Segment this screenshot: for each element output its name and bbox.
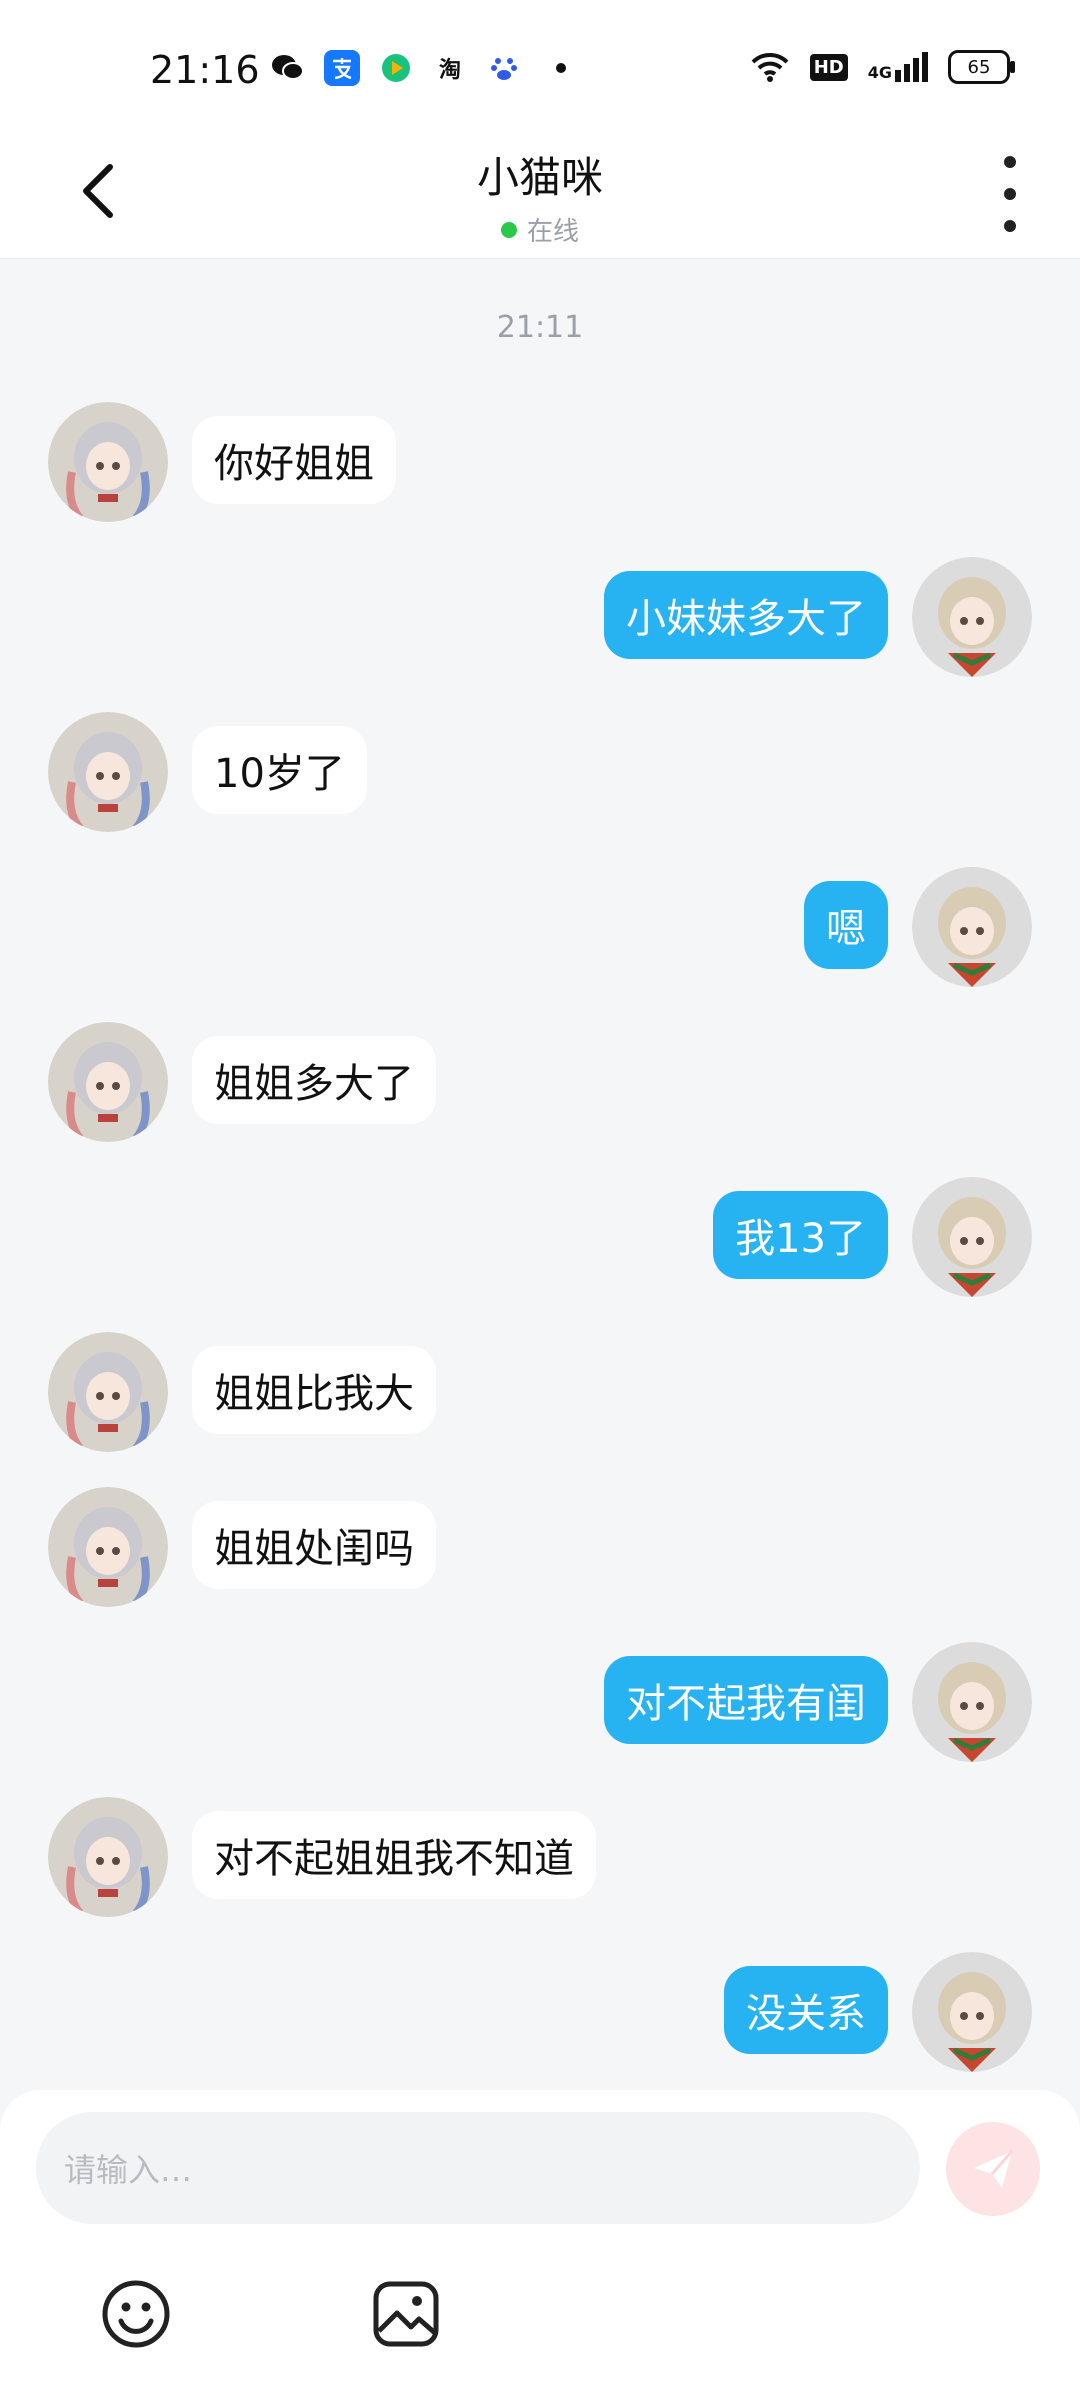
emoji-icon <box>102 2280 170 2348</box>
avatar-image <box>48 1797 168 1917</box>
online-status-text: 在线 <box>526 217 579 247</box>
message-bubble[interactable]: 你好姐姐 <box>192 416 396 504</box>
my-avatar[interactable] <box>912 867 1032 987</box>
message-bubble[interactable]: 没关系 <box>724 1966 888 2054</box>
status-time: 21:16 <box>150 48 260 92</box>
outgoing-message-row: 小妹妹多大了 <box>0 557 1080 681</box>
message-bubble[interactable]: 小妹妹多大了 <box>604 571 888 659</box>
outgoing-message-row: 对不起我有闺 <box>0 1642 1080 1766</box>
avatar-image <box>48 402 168 522</box>
contact-avatar[interactable] <box>48 402 168 522</box>
online-dot-icon <box>500 221 517 238</box>
more-dot-icon <box>1004 188 1016 200</box>
notification-dot <box>556 63 566 73</box>
incoming-message-row: 10岁了 <box>0 712 1080 836</box>
status-right: HD 4G 65 <box>750 50 1015 84</box>
outgoing-message-row: 我13了 <box>0 1177 1080 1301</box>
message-bubble[interactable]: 姐姐多大了 <box>192 1036 436 1124</box>
message-bubble[interactable]: 对不起姐姐我不知道 <box>192 1811 596 1899</box>
my-avatar[interactable] <box>912 1177 1032 1297</box>
incoming-message-row: 姐姐比我大 <box>0 1332 1080 1456</box>
incoming-message-row: 你好姐姐 <box>0 402 1080 526</box>
avatar-image <box>912 1642 1032 1762</box>
battery-level: 65 <box>967 56 991 78</box>
contact-avatar[interactable] <box>48 712 168 832</box>
alipay-icon <box>324 50 360 86</box>
message-bubble[interactable]: 10岁了 <box>192 726 367 814</box>
incoming-message-row: 姐姐多大了 <box>0 1022 1080 1146</box>
hd-badge: HD <box>809 53 848 81</box>
message-bubble[interactable]: 我13了 <box>713 1191 888 1279</box>
my-avatar[interactable] <box>912 1642 1032 1762</box>
avatar-image <box>48 1487 168 1607</box>
more-dot-icon <box>1004 220 1016 232</box>
contact-avatar[interactable] <box>48 1022 168 1142</box>
network-type: 4G <box>867 63 892 82</box>
video-icon <box>378 50 414 86</box>
chat-header: 小猫咪 在线 <box>0 130 1080 259</box>
baidu-icon <box>486 50 522 86</box>
contact-avatar[interactable] <box>48 1487 168 1607</box>
avatar-image <box>48 1332 168 1452</box>
status-app-icons: 淘 <box>270 50 566 86</box>
wechat-icon <box>270 50 306 86</box>
outgoing-message-row: 嗯 <box>0 867 1080 991</box>
wifi-icon <box>751 52 789 82</box>
contact-avatar[interactable] <box>48 1332 168 1452</box>
avatar-image <box>912 1952 1032 2072</box>
incoming-message-row: 姐姐处闺吗 <box>0 1487 1080 1611</box>
outgoing-message-row: 没关系 <box>0 1952 1080 2076</box>
header-title-block: 小猫咪 在线 <box>0 144 1080 248</box>
avatar-image <box>912 867 1032 987</box>
more-options-button[interactable] <box>990 156 1030 232</box>
avatar-image <box>912 1177 1032 1297</box>
my-avatar[interactable] <box>912 1952 1032 2072</box>
message-timestamp: 21:11 <box>496 310 584 345</box>
emoji-button[interactable] <box>96 2274 176 2354</box>
contact-avatar[interactable] <box>48 1797 168 1917</box>
avatar-image <box>912 557 1032 677</box>
image-icon <box>373 2281 439 2347</box>
more-dot-icon <box>1004 156 1016 168</box>
message-composer: 请输入… <box>0 2090 1080 2400</box>
online-status: 在线 <box>500 211 579 248</box>
send-button[interactable] <box>946 2122 1040 2216</box>
incoming-message-row: 对不起姐姐我不知道 <box>0 1797 1080 1921</box>
signal-icon: 4G <box>868 52 928 82</box>
send-icon <box>974 2150 1014 2188</box>
contact-name: 小猫咪 <box>476 153 603 202</box>
image-button[interactable] <box>366 2274 446 2354</box>
message-bubble[interactable]: 姐姐处闺吗 <box>192 1501 436 1589</box>
input-placeholder: 请输入… <box>64 2151 193 2189</box>
battery-icon: 65 <box>948 50 1015 84</box>
taobao-icon: 淘 <box>438 58 461 83</box>
message-bubble[interactable]: 姐姐比我大 <box>192 1346 436 1434</box>
status-bar: 21:16 淘 HD 4G 65 <box>0 0 1080 130</box>
avatar-image <box>48 1022 168 1142</box>
message-bubble[interactable]: 对不起我有闺 <box>604 1656 888 1744</box>
my-avatar[interactable] <box>912 557 1032 677</box>
message-bubble[interactable]: 嗯 <box>804 881 888 969</box>
avatar-image <box>48 712 168 832</box>
message-input[interactable]: 请输入… <box>36 2112 920 2224</box>
